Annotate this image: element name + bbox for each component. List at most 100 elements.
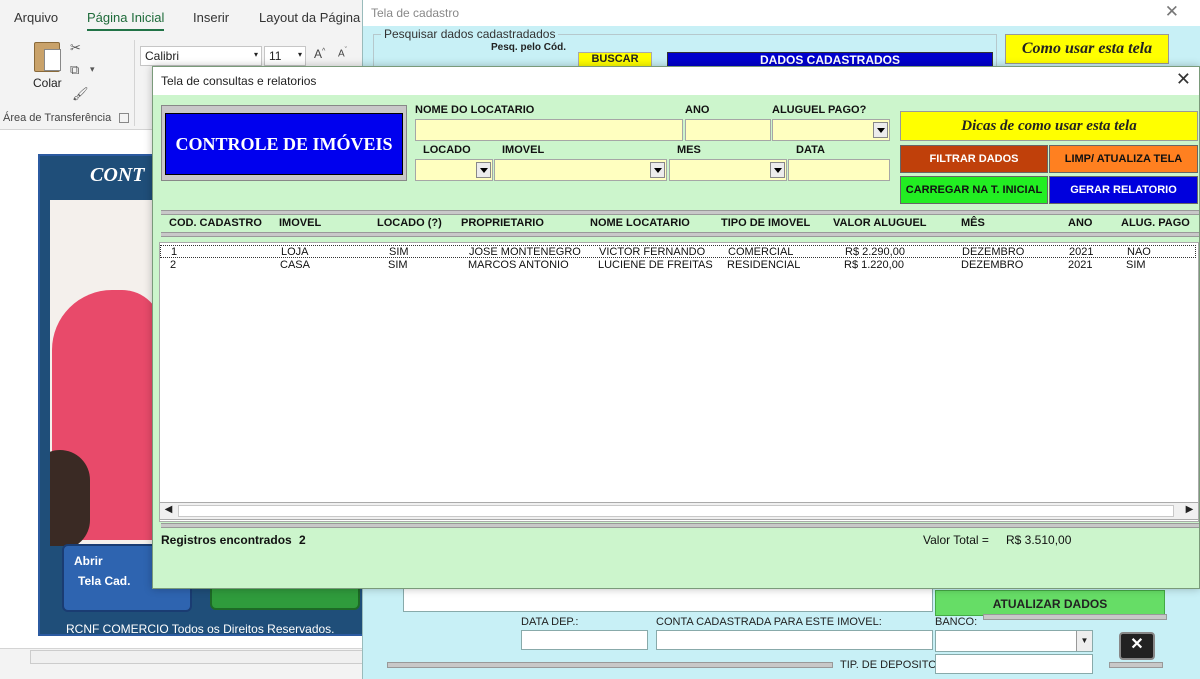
total-label: Valor Total = xyxy=(923,533,989,547)
col-ano: ANO xyxy=(1068,217,1093,229)
tab-inserir[interactable]: Inserir xyxy=(193,10,229,25)
tip-deposito-field[interactable] xyxy=(935,654,1093,674)
cadastro-title: Tela de cadastro xyxy=(371,6,460,20)
gerar-relatorio-button[interactable]: GERAR RELATORIO xyxy=(1049,176,1198,204)
copy-dropdown-icon[interactable]: ▾ xyxy=(90,64,95,75)
nome-locatario-input[interactable] xyxy=(415,119,683,141)
dashboard-title: CONT xyxy=(90,164,145,186)
data-dep-field[interactable] xyxy=(521,630,648,650)
cadastro-divider-bottom xyxy=(387,662,833,668)
cell-valor: R$ 2.290,00 xyxy=(845,246,905,258)
filtrar-dados-button[interactable]: FILTRAR DADOS xyxy=(900,145,1048,173)
aluguel-pago-select[interactable] xyxy=(772,119,890,141)
data-label: DATA xyxy=(796,144,825,156)
banco-select[interactable]: ▼ xyxy=(935,630,1093,652)
dicas-button[interactable]: Dicas de como usar esta tela xyxy=(900,111,1198,141)
shrink-font-icon[interactable]: Aˇ xyxy=(338,47,347,59)
font-size: 11 xyxy=(269,49,282,63)
data-dep-label: DATA DEP.: xyxy=(521,616,579,628)
paste-icon[interactable] xyxy=(34,42,61,72)
open-register-label-1: Abrir xyxy=(74,554,103,568)
cell-locado: SIM xyxy=(389,246,409,258)
header-divider-top xyxy=(161,210,1199,215)
mes-select[interactable] xyxy=(669,159,787,181)
records-found-label: Registros encontrados xyxy=(161,533,292,547)
cell-tipo: RESIDENCIAL xyxy=(727,259,801,271)
table-row[interactable]: 2 CASA SIM MARCOS ANTONIO LUCIENE DE FRE… xyxy=(160,259,1196,272)
cadastro-close-icon[interactable]: ✕ xyxy=(1165,2,1179,22)
cut-icon[interactable]: ✂ xyxy=(70,40,81,56)
carregar-inicial-button[interactable]: CARREGAR NA T. INICIAL xyxy=(900,176,1048,204)
grow-font-icon[interactable]: A^ xyxy=(314,47,325,61)
cell-mes: DEZEMBRO xyxy=(962,246,1025,258)
banco-dropdown-icon[interactable]: ▼ xyxy=(1076,631,1092,651)
tab-pagina-inicial[interactable]: Página Inicial xyxy=(87,10,165,31)
col-valor-aluguel: VALOR ALUGUEL xyxy=(833,217,927,229)
col-proprietario: PROPRIETARIO xyxy=(461,217,544,229)
clipboard-expand-icon[interactable] xyxy=(119,113,129,123)
font-name-box[interactable]: Calibri ▾ xyxy=(140,46,262,66)
footer-divider xyxy=(161,523,1199,528)
cell-proprietario: MARCOS ANTONIO xyxy=(468,259,569,271)
consultas-close-icon[interactable]: ✕ xyxy=(1176,69,1191,90)
locado-select[interactable] xyxy=(415,159,493,181)
banco-label: BANCO: xyxy=(935,616,978,628)
tab-layout[interactable]: Layout da Página xyxy=(259,10,360,25)
col-nome-locatario: NOME LOCATARIO xyxy=(590,217,690,229)
header-divider-bottom xyxy=(161,232,1199,237)
clipboard-group-label: Área de Transferência xyxy=(3,112,112,124)
locado-label: LOCADO xyxy=(423,144,471,156)
imovel-label: IMOVEL xyxy=(502,144,545,156)
col-alug-pago: ALUG. PAGO xyxy=(1121,217,1190,229)
scroll-left-icon[interactable]: ◀ xyxy=(161,504,176,518)
cell-locatario: LUCIENE DE FREITAS xyxy=(598,259,713,271)
search-by-code-label: Pesq. pelo Cód. xyxy=(491,42,567,53)
excel-horizontal-scrollbar[interactable] xyxy=(30,650,370,664)
ribbon-tabs: Arquivo Página Inicial Inserir Layout da… xyxy=(0,0,370,34)
aluguel-pago-dropdown-icon[interactable] xyxy=(873,122,888,138)
cell-locatario: VICTOR FERNANDO xyxy=(599,246,706,258)
consultas-window: Tela de consultas e relatorios ✕ CONTROL… xyxy=(152,66,1200,589)
ano-input[interactable] xyxy=(685,119,771,141)
col-imovel: IMOVEL xyxy=(279,217,322,229)
paste-label[interactable]: Colar xyxy=(33,76,62,90)
cell-cod: 2 xyxy=(170,259,177,271)
close-form-button[interactable]: ✕ xyxy=(1119,632,1155,660)
font-size-box[interactable]: 11 ▾ xyxy=(264,46,306,66)
cell-ano: 2021 xyxy=(1068,259,1093,271)
copy-icon[interactable]: ⧉ xyxy=(70,62,79,78)
total-value: R$ 3.510,00 xyxy=(1006,533,1072,547)
scroll-right-icon[interactable]: ▶ xyxy=(1182,504,1197,518)
como-usar-button[interactable]: Como usar esta tela xyxy=(1005,34,1169,64)
format-painter-icon[interactable]: 🖌 xyxy=(72,86,89,102)
results-horizontal-scrollbar[interactable]: ◀ ▶ xyxy=(159,502,1199,520)
locado-dropdown-icon[interactable] xyxy=(476,162,491,178)
cadastro-search-group-label: Pesquisar dados cadastradados xyxy=(381,27,559,41)
dashboard-photo xyxy=(50,200,162,546)
conta-label: CONTA CADASTRADA PARA ESTE IMOVEL: xyxy=(656,616,882,628)
ribbon-separator xyxy=(134,40,135,126)
tab-arquivo[interactable]: Arquivo xyxy=(14,10,58,25)
cell-pago: SIM xyxy=(1126,259,1146,271)
table-row[interactable]: 1 LOJA SIM JOSE MONTENEGRO VICTOR FERNAN… xyxy=(160,245,1196,258)
data-input[interactable] xyxy=(788,159,890,181)
cadastro-divider-right xyxy=(983,614,1167,620)
imovel-dropdown-icon[interactable] xyxy=(650,162,665,178)
atualizar-dados-button[interactable]: ATUALIZAR DADOS xyxy=(935,590,1165,616)
scroll-thumb[interactable] xyxy=(178,505,1174,517)
font-name: Calibri xyxy=(145,49,180,63)
cell-ano: 2021 xyxy=(1069,246,1094,258)
cell-mes: DEZEMBRO xyxy=(961,259,1024,271)
mes-label: MES xyxy=(677,144,701,156)
mes-dropdown-icon[interactable] xyxy=(770,162,785,178)
conta-field[interactable] xyxy=(656,630,933,650)
results-list[interactable]: 1 LOJA SIM JOSE MONTENEGRO VICTOR FERNAN… xyxy=(159,242,1199,522)
limpar-atualizar-button[interactable]: LIMP/ ATUALIZA TELA xyxy=(1049,145,1198,173)
dashboard-footer: RCNF COMERCIO Todos os Direitos Reservad… xyxy=(66,622,335,636)
open-register-label-2: Tela Cad. xyxy=(78,574,131,588)
cell-proprietario: JOSE MONTENEGRO xyxy=(469,246,581,258)
cadastro-titlebar: Tela de cadastro ✕ xyxy=(363,0,1200,26)
cell-pago: NAO xyxy=(1127,246,1151,258)
imovel-select[interactable] xyxy=(494,159,667,181)
cell-imovel: CASA xyxy=(280,259,310,271)
